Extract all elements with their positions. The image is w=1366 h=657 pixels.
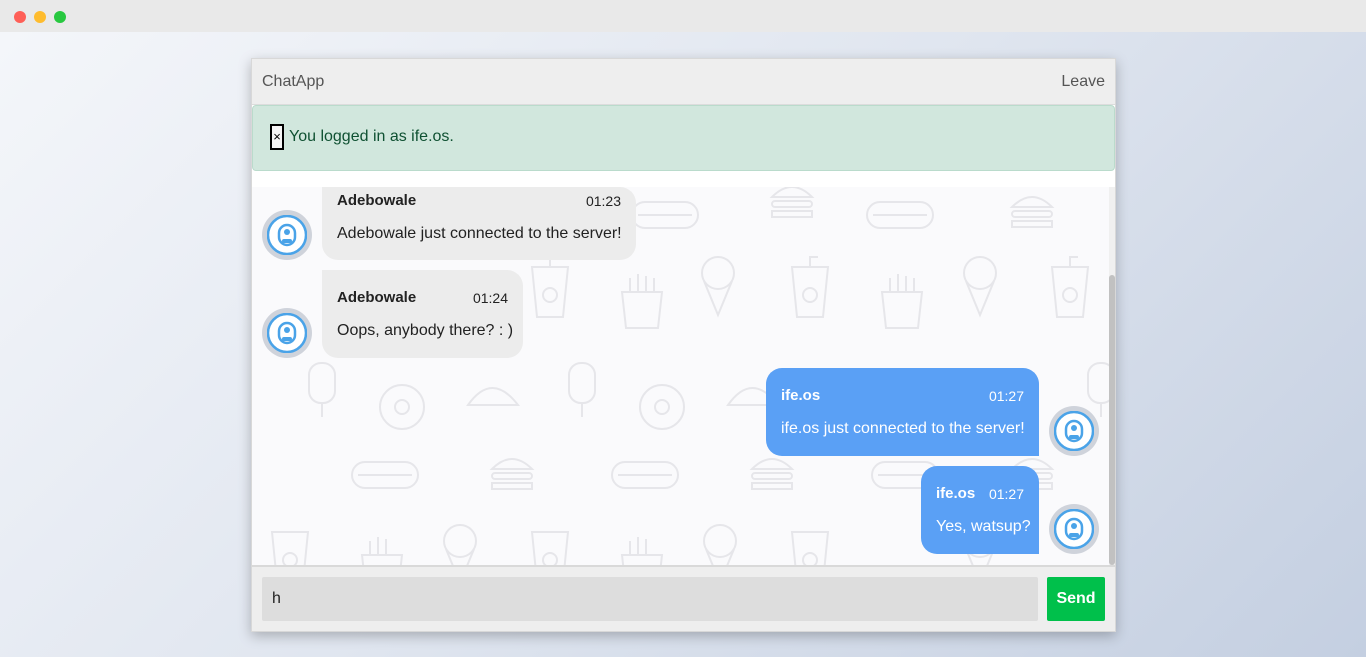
message-composer: Send [252,565,1115,631]
message-bubble: ife.os 01:27 ife.os just connected to th… [766,368,1039,456]
message-author: ife.os [936,485,976,502]
scroll-thumb[interactable] [1109,275,1115,565]
message-text: Adebowale just connected to the server! [337,225,622,242]
user-avatar-icon [262,210,312,260]
message-text: ife.os just connected to the server! [781,420,1025,437]
message-text: Oops, anybody there? : ) [337,322,514,339]
user-avatar-icon [262,308,312,358]
close-window-button[interactable] [14,11,26,23]
minimize-window-button[interactable] [34,11,46,23]
app-brand[interactable]: ChatApp [262,73,324,91]
alert-message: You logged in as ife.os. [289,128,454,145]
send-button[interactable]: Send [1047,577,1105,621]
user-avatar-icon [1049,504,1099,554]
message-bubble: Adebowale 01:23 Adebowale just connected… [322,187,636,260]
message-bubble: Adebowale 01:24 Oops, anybody there? : ) [322,270,523,358]
login-alert: × You logged in as ife.os. [252,105,1115,171]
message-scrollbar[interactable] [1109,187,1115,565]
user-avatar-icon [1049,406,1099,456]
window-title-bar [0,0,1366,32]
message-time: 01:23 [585,193,621,209]
message-time: 01:27 [988,388,1024,404]
app-header: ChatApp Leave [252,59,1115,105]
message-author: Adebowale [337,192,417,209]
message-author: ife.os [781,387,821,404]
message-time: 01:24 [472,290,508,306]
maximize-window-button[interactable] [54,11,66,23]
message-bubble: ife.os 01:27 Yes, watsup? [921,466,1039,554]
chat-app-container: ChatApp Leave × You logged in as ife.os. [251,58,1116,632]
leave-link[interactable]: Leave [1061,73,1105,91]
message-text: Yes, watsup? [936,518,1031,535]
message-author: Adebowale [337,289,417,306]
message-time: 01:27 [988,486,1024,502]
message-input[interactable] [262,577,1038,621]
close-icon[interactable]: × [270,124,284,150]
